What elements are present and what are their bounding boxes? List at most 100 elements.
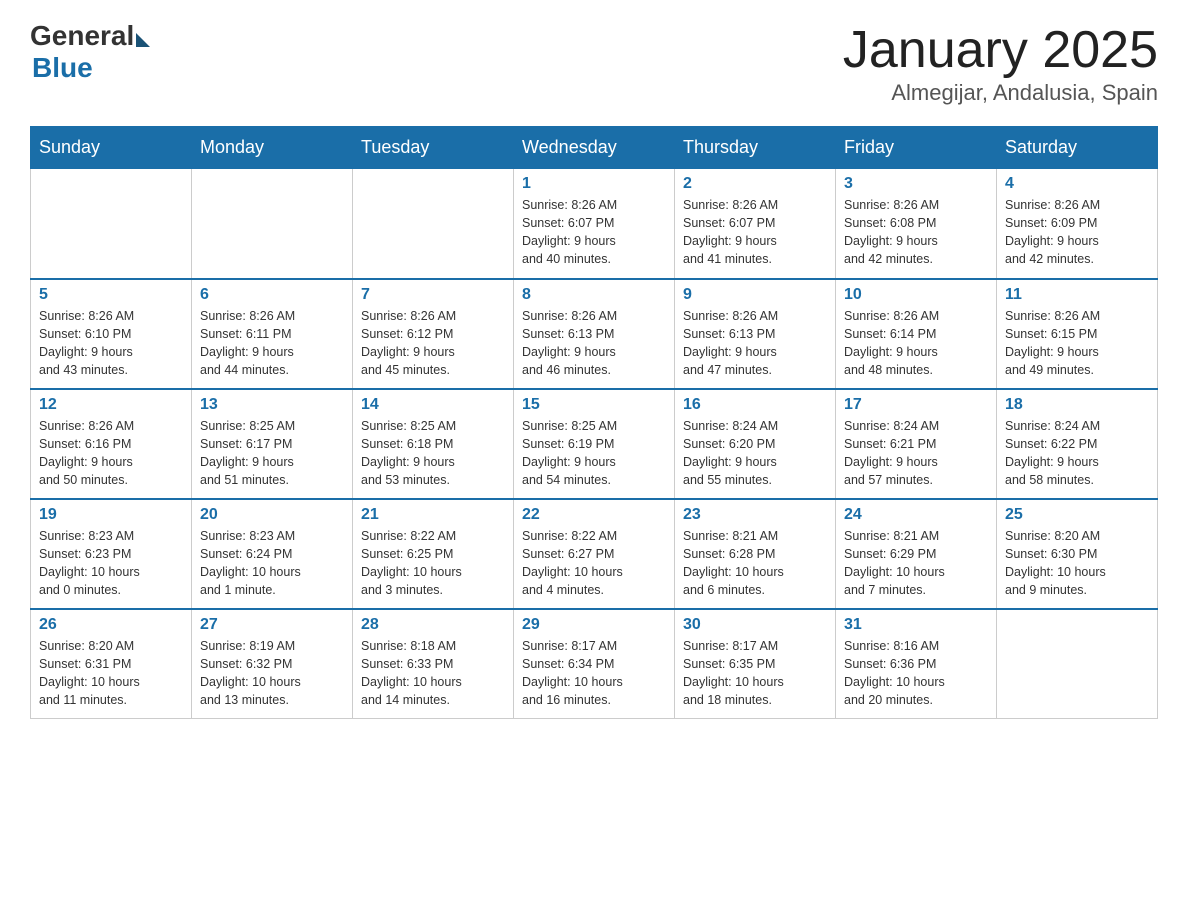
day-number: 4 (1005, 175, 1149, 193)
day-number: 30 (683, 616, 827, 634)
calendar-cell: 26 Sunrise: 8:20 AM Sunset: 6:31 PM Dayli… (31, 609, 192, 719)
day-number: 31 (844, 616, 988, 634)
day-info: Sunrise: 8:26 AM Sunset: 6:13 PM Dayligh… (522, 307, 666, 380)
day-info: Sunrise: 8:23 AM Sunset: 6:24 PM Dayligh… (200, 527, 344, 600)
day-number: 25 (1005, 506, 1149, 524)
calendar-cell: 19 Sunrise: 8:23 AM Sunset: 6:23 PM Dayli… (31, 499, 192, 609)
day-info: Sunrise: 8:16 AM Sunset: 6:36 PM Dayligh… (844, 637, 988, 710)
day-info: Sunrise: 8:18 AM Sunset: 6:33 PM Dayligh… (361, 637, 505, 710)
page-header: General Blue January 2025 Almegijar, And… (30, 20, 1158, 106)
calendar-cell: 5Sunrise: 8:26 AM Sunset: 6:10 PM Daylig… (31, 279, 192, 389)
calendar-cell: 27 Sunrise: 8:19 AM Sunset: 6:32 PM Dayli… (192, 609, 353, 719)
calendar-cell: 1Sunrise: 8:26 AM Sunset: 6:07 PM Daylig… (514, 169, 675, 279)
calendar-cell: 11 Sunrise: 8:26 AM Sunset: 6:15 PM Dayli… (997, 279, 1158, 389)
day-of-week-header: Sunday (31, 127, 192, 169)
day-number: 17 (844, 396, 988, 414)
calendar-cell: 29 Sunrise: 8:17 AM Sunset: 6:34 PM Dayli… (514, 609, 675, 719)
calendar-cell: 12 Sunrise: 8:26 AM Sunset: 6:16 PM Dayli… (31, 389, 192, 499)
calendar-cell: 4 Sunrise: 8:26 AM Sunset: 6:09 PM Daylig… (997, 169, 1158, 279)
day-info: Sunrise: 8:21 AM Sunset: 6:29 PM Dayligh… (844, 527, 988, 600)
day-info: Sunrise: 8:21 AM Sunset: 6:28 PM Dayligh… (683, 527, 827, 600)
day-info: Sunrise: 8:26 AM Sunset: 6:14 PM Dayligh… (844, 307, 988, 380)
day-info: Sunrise: 8:26 AM Sunset: 6:10 PM Dayligh… (39, 307, 183, 380)
day-number: 19 (39, 506, 183, 524)
day-number: 2 (683, 175, 827, 193)
calendar-cell: 24 Sunrise: 8:21 AM Sunset: 6:29 PM Dayli… (836, 499, 997, 609)
day-info: Sunrise: 8:22 AM Sunset: 6:27 PM Dayligh… (522, 527, 666, 600)
calendar-cell: 28 Sunrise: 8:18 AM Sunset: 6:33 PM Dayli… (353, 609, 514, 719)
day-of-week-header: Tuesday (353, 127, 514, 169)
calendar-cell: 22 Sunrise: 8:22 AM Sunset: 6:27 PM Dayli… (514, 499, 675, 609)
day-number: 6 (200, 286, 344, 304)
day-info: Sunrise: 8:26 AM Sunset: 6:07 PM Dayligh… (522, 196, 666, 269)
day-info: Sunrise: 8:22 AM Sunset: 6:25 PM Dayligh… (361, 527, 505, 600)
calendar-table: SundayMondayTuesdayWednesdayThursdayFrid… (30, 126, 1158, 719)
day-of-week-header: Thursday (675, 127, 836, 169)
calendar-cell: 7 Sunrise: 8:26 AM Sunset: 6:12 PM Daylig… (353, 279, 514, 389)
day-info: Sunrise: 8:17 AM Sunset: 6:35 PM Dayligh… (683, 637, 827, 710)
day-info: Sunrise: 8:26 AM Sunset: 6:07 PM Dayligh… (683, 196, 827, 269)
day-number: 27 (200, 616, 344, 634)
day-number: 3 (844, 175, 988, 193)
calendar-cell: 30 Sunrise: 8:17 AM Sunset: 6:35 PM Dayli… (675, 609, 836, 719)
calendar-week-row: 5Sunrise: 8:26 AM Sunset: 6:10 PM Daylig… (31, 279, 1158, 389)
day-number: 24 (844, 506, 988, 524)
day-info: Sunrise: 8:26 AM Sunset: 6:12 PM Dayligh… (361, 307, 505, 380)
day-number: 23 (683, 506, 827, 524)
day-info: Sunrise: 8:26 AM Sunset: 6:16 PM Dayligh… (39, 417, 183, 490)
calendar-cell: 21Sunrise: 8:22 AM Sunset: 6:25 PM Dayli… (353, 499, 514, 609)
day-info: Sunrise: 8:25 AM Sunset: 6:18 PM Dayligh… (361, 417, 505, 490)
day-info: Sunrise: 8:26 AM Sunset: 6:15 PM Dayligh… (1005, 307, 1149, 380)
day-number: 9 (683, 286, 827, 304)
day-of-week-header: Saturday (997, 127, 1158, 169)
day-number: 20 (200, 506, 344, 524)
day-number: 13 (200, 396, 344, 414)
calendar-cell: 9 Sunrise: 8:26 AM Sunset: 6:13 PM Daylig… (675, 279, 836, 389)
day-info: Sunrise: 8:19 AM Sunset: 6:32 PM Dayligh… (200, 637, 344, 710)
day-number: 22 (522, 506, 666, 524)
calendar-cell: 23 Sunrise: 8:21 AM Sunset: 6:28 PM Dayli… (675, 499, 836, 609)
day-info: Sunrise: 8:20 AM Sunset: 6:31 PM Dayligh… (39, 637, 183, 710)
calendar-cell (192, 169, 353, 279)
calendar-week-row: 1Sunrise: 8:26 AM Sunset: 6:07 PM Daylig… (31, 169, 1158, 279)
calendar-week-row: 26 Sunrise: 8:20 AM Sunset: 6:31 PM Dayli… (31, 609, 1158, 719)
calendar-cell: 8 Sunrise: 8:26 AM Sunset: 6:13 PM Daylig… (514, 279, 675, 389)
day-info: Sunrise: 8:25 AM Sunset: 6:19 PM Dayligh… (522, 417, 666, 490)
logo-general-text: General (30, 20, 134, 52)
day-number: 14 (361, 396, 505, 414)
calendar-cell: 2 Sunrise: 8:26 AM Sunset: 6:07 PM Daylig… (675, 169, 836, 279)
calendar-cell: 16Sunrise: 8:24 AM Sunset: 6:20 PM Dayli… (675, 389, 836, 499)
title-area: January 2025 Almegijar, Andalusia, Spain (843, 20, 1158, 106)
day-number: 26 (39, 616, 183, 634)
day-number: 18 (1005, 396, 1149, 414)
calendar-cell: 15Sunrise: 8:25 AM Sunset: 6:19 PM Dayli… (514, 389, 675, 499)
calendar-cell: 14 Sunrise: 8:25 AM Sunset: 6:18 PM Dayli… (353, 389, 514, 499)
day-info: Sunrise: 8:23 AM Sunset: 6:23 PM Dayligh… (39, 527, 183, 600)
day-number: 8 (522, 286, 666, 304)
day-number: 11 (1005, 286, 1149, 304)
day-number: 28 (361, 616, 505, 634)
day-info: Sunrise: 8:24 AM Sunset: 6:20 PM Dayligh… (683, 417, 827, 490)
logo: General Blue (30, 20, 150, 84)
day-number: 7 (361, 286, 505, 304)
calendar-cell: 17 Sunrise: 8:24 AM Sunset: 6:21 PM Dayli… (836, 389, 997, 499)
day-info: Sunrise: 8:26 AM Sunset: 6:08 PM Dayligh… (844, 196, 988, 269)
calendar-cell: 31 Sunrise: 8:16 AM Sunset: 6:36 PM Dayli… (836, 609, 997, 719)
day-info: Sunrise: 8:26 AM Sunset: 6:13 PM Dayligh… (683, 307, 827, 380)
day-of-week-header: Friday (836, 127, 997, 169)
calendar-cell (997, 609, 1158, 719)
day-number: 12 (39, 396, 183, 414)
day-info: Sunrise: 8:26 AM Sunset: 6:11 PM Dayligh… (200, 307, 344, 380)
calendar-cell: 13Sunrise: 8:25 AM Sunset: 6:17 PM Dayli… (192, 389, 353, 499)
calendar-header-row: SundayMondayTuesdayWednesdayThursdayFrid… (31, 127, 1158, 169)
calendar-cell (353, 169, 514, 279)
month-title: January 2025 (843, 20, 1158, 80)
day-info: Sunrise: 8:26 AM Sunset: 6:09 PM Dayligh… (1005, 196, 1149, 269)
day-info: Sunrise: 8:17 AM Sunset: 6:34 PM Dayligh… (522, 637, 666, 710)
day-info: Sunrise: 8:24 AM Sunset: 6:21 PM Dayligh… (844, 417, 988, 490)
day-number: 29 (522, 616, 666, 634)
logo-arrow-icon (136, 33, 150, 47)
calendar-cell: 18 Sunrise: 8:24 AM Sunset: 6:22 PM Dayli… (997, 389, 1158, 499)
day-info: Sunrise: 8:24 AM Sunset: 6:22 PM Dayligh… (1005, 417, 1149, 490)
location-text: Almegijar, Andalusia, Spain (843, 80, 1158, 106)
